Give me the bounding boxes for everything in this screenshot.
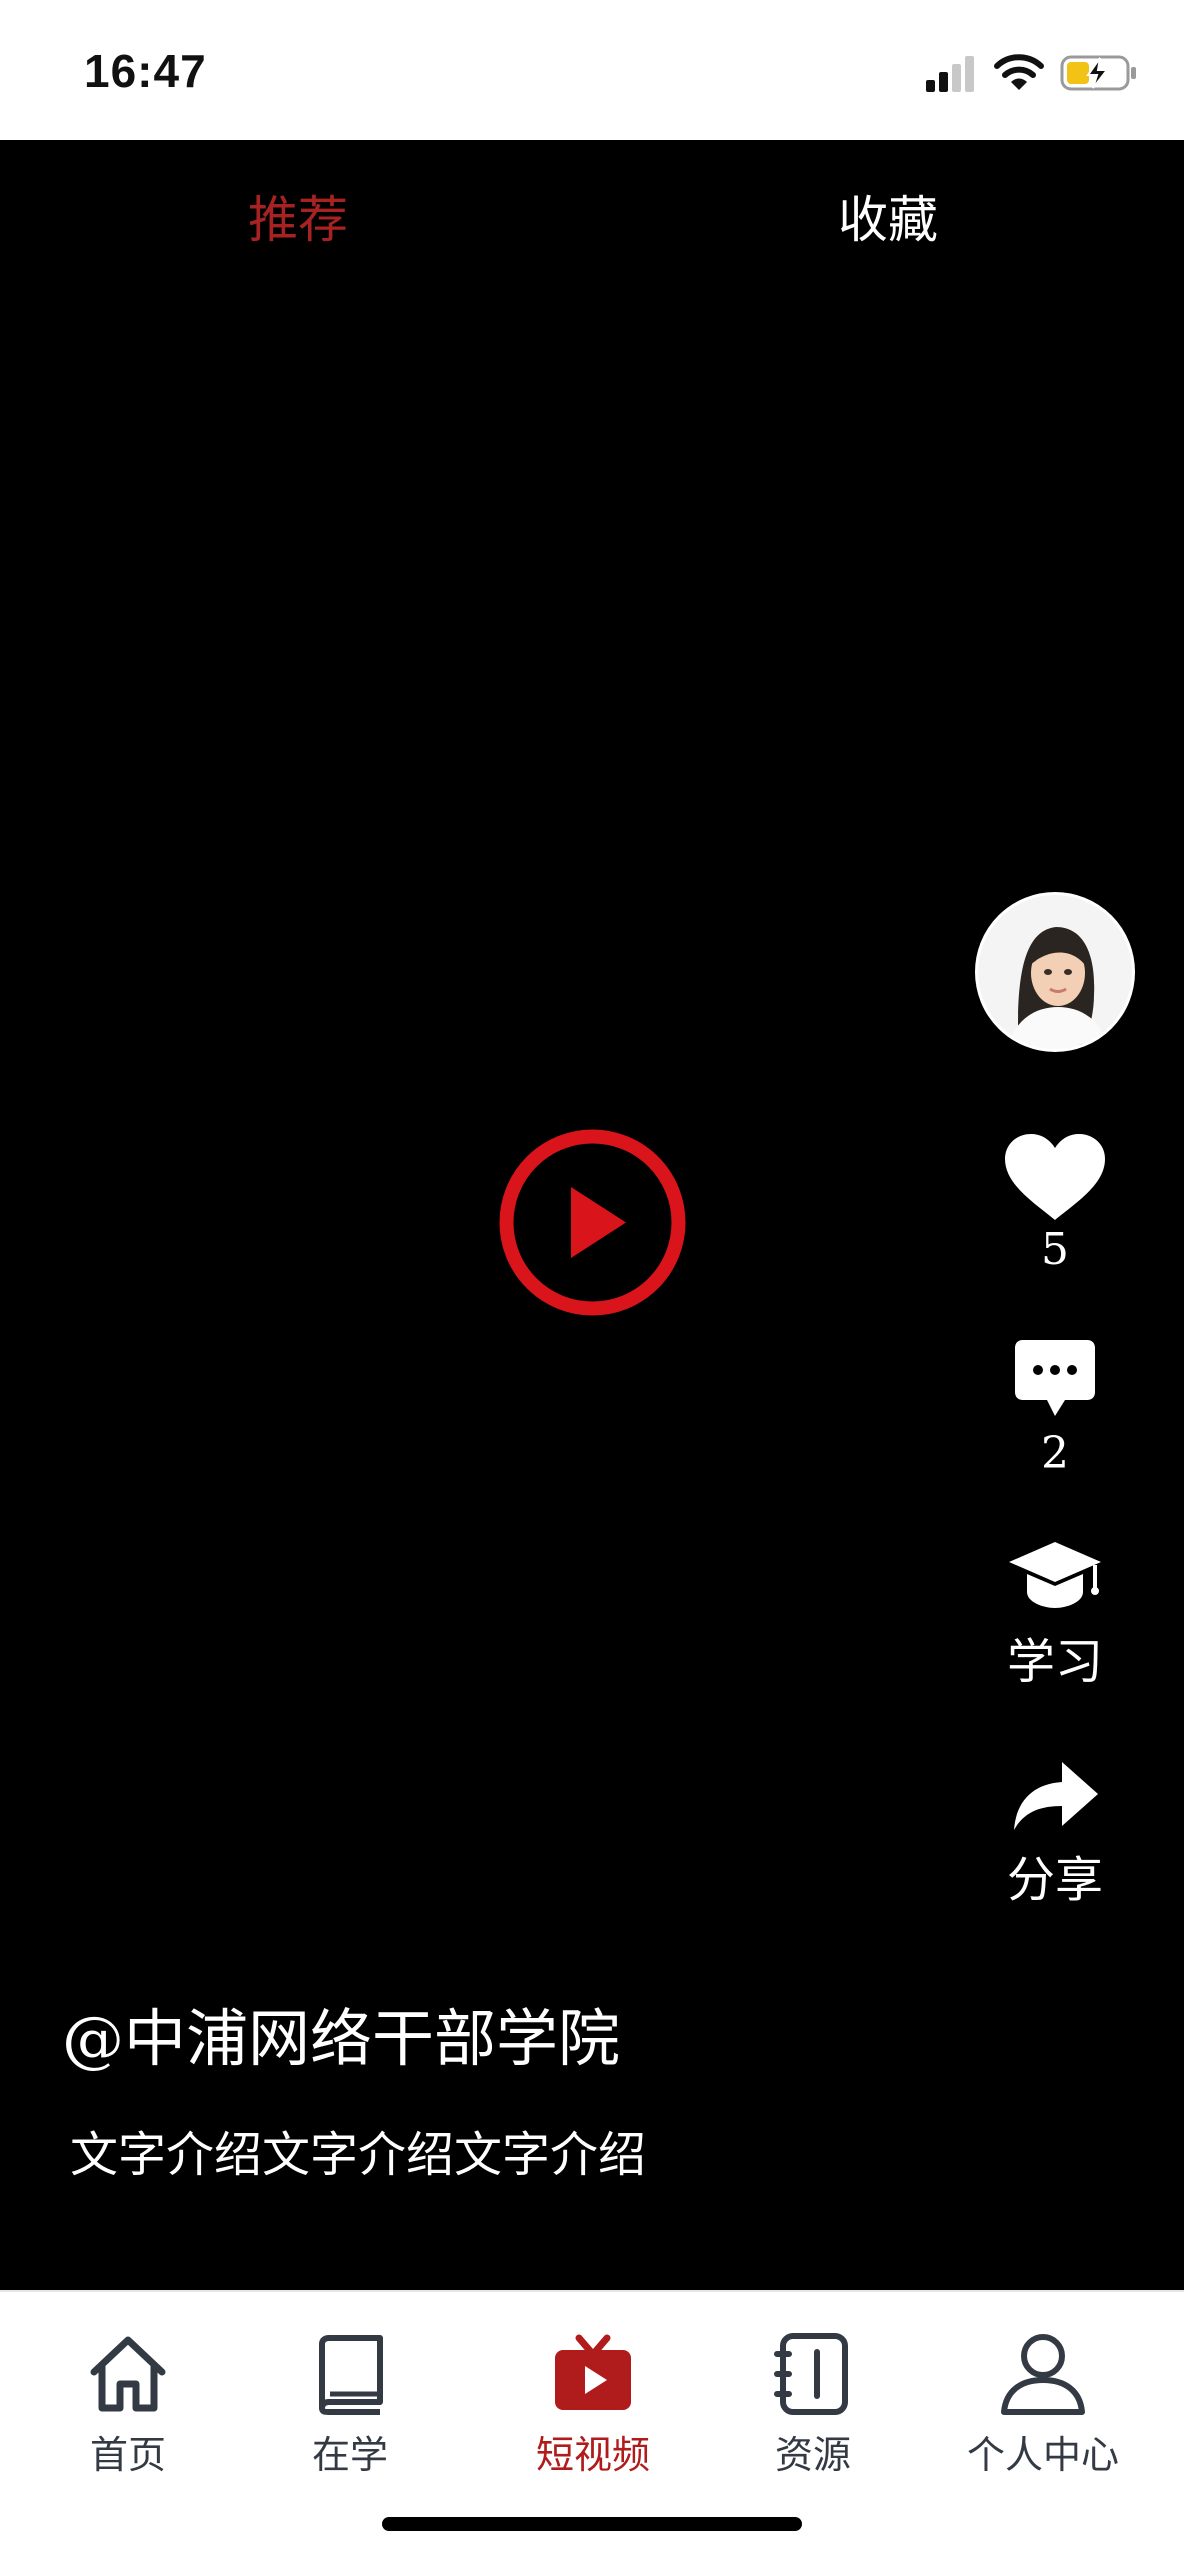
nav-home-label: 首页 xyxy=(89,2433,166,2477)
share-icon xyxy=(1014,1762,1098,1830)
graduation-cap-icon xyxy=(1009,1542,1101,1608)
like-action[interactable]: 5 xyxy=(972,1132,1138,1275)
play-button[interactable] xyxy=(495,1125,690,1320)
signal-icon xyxy=(926,56,974,92)
nav-profile[interactable]: 个人中心 xyxy=(958,2332,1128,2479)
avatar-portrait xyxy=(978,895,1132,1049)
heart-icon xyxy=(1005,1134,1105,1220)
home-indicator xyxy=(382,2517,802,2531)
tab-favorites[interactable]: 收藏 xyxy=(838,180,938,252)
book-icon xyxy=(319,2335,383,2415)
share-action[interactable]: 分享 xyxy=(972,1758,1138,1910)
video-description: 文字介绍文字介绍文字介绍 xyxy=(70,2127,647,2183)
notebook-icon xyxy=(774,2333,848,2415)
study-action[interactable]: 学习 xyxy=(972,1536,1138,1692)
status-icons xyxy=(924,48,1144,98)
nav-studying-label: 在学 xyxy=(311,2433,388,2477)
home-icon xyxy=(90,2336,166,2412)
nav-studying[interactable]: 在学 xyxy=(265,2332,435,2479)
comment-action[interactable]: 2 xyxy=(972,1338,1138,1479)
status-bar: 16:47 xyxy=(0,0,1184,140)
bottom-nav: 首页 在学 短视频 资源 个人中心 xyxy=(0,2290,1184,2572)
nav-profile-label: 个人中心 xyxy=(966,2433,1119,2477)
share-label: 分享 xyxy=(1006,1852,1103,1908)
nav-short-video[interactable]: 短视频 xyxy=(508,2332,678,2479)
battery-charging-icon xyxy=(1060,55,1136,91)
tab-recommend[interactable]: 推荐 xyxy=(248,180,348,252)
user-icon xyxy=(1001,2334,1085,2415)
author-avatar[interactable] xyxy=(975,892,1135,1052)
like-count: 5 xyxy=(1041,1224,1069,1275)
study-label: 学习 xyxy=(1006,1634,1103,1690)
nav-resources-label: 资源 xyxy=(774,2433,851,2477)
video-player[interactable]: 推荐 收藏 5 2 学习 分享 @中浦网络干部学院 文字介绍文字介绍文字介绍 xyxy=(0,140,1184,2290)
status-time: 16:47 xyxy=(84,45,207,97)
video-author[interactable]: @中浦网络干部学院 xyxy=(62,1988,620,2078)
wifi-icon xyxy=(994,54,1044,90)
nav-home[interactable]: 首页 xyxy=(43,2332,213,2479)
nav-resources[interactable]: 资源 xyxy=(728,2332,898,2479)
tv-icon xyxy=(555,2334,631,2410)
nav-short-video-label: 短视频 xyxy=(535,2433,650,2477)
comment-icon xyxy=(1015,1340,1095,1416)
comment-count: 2 xyxy=(1041,1428,1069,1479)
play-icon xyxy=(499,1129,686,1316)
